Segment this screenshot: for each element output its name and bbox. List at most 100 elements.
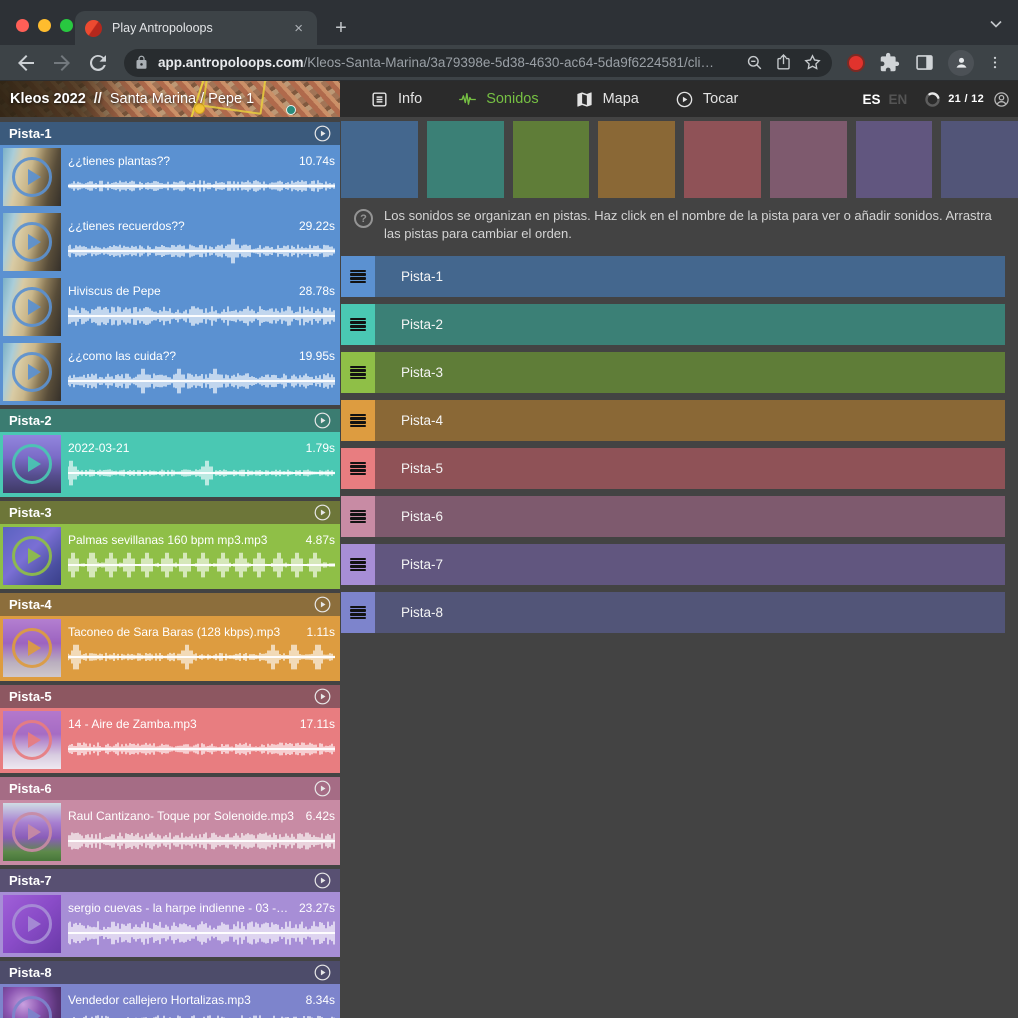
- track-row-body[interactable]: Pista-1: [375, 256, 1005, 297]
- close-window-button[interactable]: [16, 19, 29, 32]
- track-row-pista-1[interactable]: Pista-1: [341, 256, 1005, 297]
- address-bar[interactable]: app.antropoloops.com/Kleos-Santa-Marina/…: [124, 49, 832, 77]
- clip[interactable]: sergio cuevas - la harpe indienne - 03 -…: [0, 892, 340, 957]
- track-row-body[interactable]: Pista-4: [375, 400, 1005, 441]
- forward-button[interactable]: [50, 51, 74, 75]
- drag-handle[interactable]: [341, 400, 375, 441]
- drag-handle[interactable]: [341, 592, 375, 633]
- clip-waveform[interactable]: [68, 368, 335, 394]
- browser-tab[interactable]: Play Antropoloops ×: [75, 11, 317, 45]
- sidebar-track-header[interactable]: Pista-8: [0, 961, 340, 984]
- bookmark-star-icon[interactable]: [803, 53, 822, 72]
- sidebar-track-header[interactable]: Pista-7: [0, 869, 340, 892]
- nav-item-info[interactable]: Info: [356, 81, 436, 117]
- clip[interactable]: Taconeo de Sara Baras (128 kbps).mp31.11…: [0, 616, 340, 681]
- clip-thumbnail-play-button[interactable]: [3, 987, 61, 1018]
- clip-thumbnail-play-button[interactable]: [3, 435, 61, 493]
- clip-thumbnail-play-button[interactable]: [3, 895, 61, 953]
- clip-thumbnail-play-button[interactable]: [3, 343, 61, 401]
- sidebar-track-header[interactable]: Pista-3: [0, 501, 340, 524]
- clip-waveform[interactable]: [68, 303, 335, 329]
- recording-extension-icon[interactable]: [847, 54, 865, 72]
- track-play-icon[interactable]: [314, 780, 331, 797]
- zoom-out-icon[interactable]: [745, 53, 764, 72]
- clip-waveform[interactable]: [68, 920, 335, 946]
- sidebar-track-header[interactable]: Pista-1: [0, 122, 340, 145]
- tab-close-icon[interactable]: ×: [290, 19, 307, 38]
- sidebar-track-header[interactable]: Pista-2: [0, 409, 340, 432]
- track-row-pista-6[interactable]: Pista-6: [341, 496, 1005, 537]
- clip-waveform[interactable]: [68, 552, 335, 578]
- account-circle-icon[interactable]: [993, 91, 1010, 108]
- track-row-body[interactable]: Pista-6: [375, 496, 1005, 537]
- nav-item-sonidos[interactable]: Sonidos: [444, 81, 552, 117]
- track-row-body[interactable]: Pista-7: [375, 544, 1005, 585]
- language-toggle-en[interactable]: EN: [884, 92, 911, 107]
- clip-waveform[interactable]: [68, 238, 335, 264]
- clip-waveform[interactable]: [68, 173, 335, 199]
- drag-handle[interactable]: [341, 256, 375, 297]
- clip-thumbnail-play-button[interactable]: [3, 619, 61, 677]
- track-play-icon[interactable]: [314, 125, 331, 142]
- drag-handle[interactable]: [341, 448, 375, 489]
- clip-waveform[interactable]: [68, 644, 335, 670]
- nav-item-mapa[interactable]: Mapa: [561, 81, 653, 117]
- side-panel-icon[interactable]: [914, 52, 935, 73]
- track-row-pista-4[interactable]: Pista-4: [341, 400, 1005, 441]
- extensions-puzzle-icon[interactable]: [879, 52, 900, 73]
- sidebar-track-header[interactable]: Pista-5: [0, 685, 340, 708]
- track-play-icon[interactable]: [314, 596, 331, 613]
- track-play-icon[interactable]: [314, 964, 331, 981]
- clip-waveform[interactable]: [68, 460, 335, 486]
- track-row-body[interactable]: Pista-8: [375, 592, 1005, 633]
- clip-thumbnail-play-button[interactable]: [3, 148, 61, 206]
- track-play-icon[interactable]: [314, 412, 331, 429]
- clip-thumbnail-play-button[interactable]: [3, 213, 61, 271]
- reload-button[interactable]: [86, 51, 110, 75]
- minimize-window-button[interactable]: [38, 19, 51, 32]
- clip[interactable]: Palmas sevillanas 160 bpm mp3.mp34.87s: [0, 524, 340, 589]
- track-row-body[interactable]: Pista-5: [375, 448, 1005, 489]
- fullscreen-window-button[interactable]: [60, 19, 73, 32]
- track-row-pista-3[interactable]: Pista-3: [341, 352, 1005, 393]
- track-row-pista-7[interactable]: Pista-7: [341, 544, 1005, 585]
- track-row-pista-8[interactable]: Pista-8: [341, 592, 1005, 633]
- clip-waveform[interactable]: [68, 736, 335, 762]
- clip-waveform[interactable]: [68, 1012, 335, 1018]
- clip[interactable]: ¿¿tienes recuerdos??29.22s: [0, 210, 340, 275]
- clip[interactable]: Vendedor callejero Hortalizas.mp38.34s: [0, 984, 340, 1018]
- clip-thumbnail-play-button[interactable]: [3, 803, 61, 861]
- drag-handle[interactable]: [341, 304, 375, 345]
- track-play-icon[interactable]: [314, 872, 331, 889]
- drag-handle[interactable]: [341, 352, 375, 393]
- clip[interactable]: ¿¿como las cuida??19.95s: [0, 340, 340, 405]
- clip-thumbnail-play-button[interactable]: [3, 527, 61, 585]
- browser-profile-avatar[interactable]: [948, 50, 974, 76]
- track-row-pista-2[interactable]: Pista-2: [341, 304, 1005, 345]
- clip-thumbnail-play-button[interactable]: [3, 278, 61, 336]
- drag-handle[interactable]: [341, 496, 375, 537]
- clip[interactable]: Hiviscus de Pepe28.78s: [0, 275, 340, 340]
- new-tab-button[interactable]: +: [327, 14, 355, 42]
- sidebar-track-header[interactable]: Pista-6: [0, 777, 340, 800]
- back-button[interactable]: [14, 51, 38, 75]
- clip[interactable]: 2022-03-211.79s: [0, 432, 340, 497]
- clip[interactable]: Raul Cantizano- Toque por Solenoide.mp36…: [0, 800, 340, 865]
- track-row-body[interactable]: Pista-2: [375, 304, 1005, 345]
- clip-waveform[interactable]: [68, 828, 335, 854]
- clip[interactable]: 14 - Aire de Zamba.mp317.11s: [0, 708, 340, 773]
- clip-thumbnail-play-button[interactable]: [3, 711, 61, 769]
- tab-search-chevron-icon[interactable]: [986, 14, 1006, 34]
- sidebar-track-header[interactable]: Pista-4: [0, 593, 340, 616]
- browser-menu-kebab-icon[interactable]: [987, 52, 1003, 73]
- nav-item-tocar[interactable]: Tocar: [661, 81, 752, 117]
- clip[interactable]: ¿¿tienes plantas??10.74s: [0, 145, 340, 210]
- drag-handle[interactable]: [341, 544, 375, 585]
- track-play-icon[interactable]: [314, 504, 331, 521]
- share-icon[interactable]: [774, 53, 793, 72]
- track-row-pista-5[interactable]: Pista-5: [341, 448, 1005, 489]
- language-toggle-es[interactable]: ES: [858, 92, 884, 107]
- track-row-body[interactable]: Pista-3: [375, 352, 1005, 393]
- breadcrumb-project[interactable]: Kleos 2022: [10, 91, 86, 107]
- track-play-icon[interactable]: [314, 688, 331, 705]
